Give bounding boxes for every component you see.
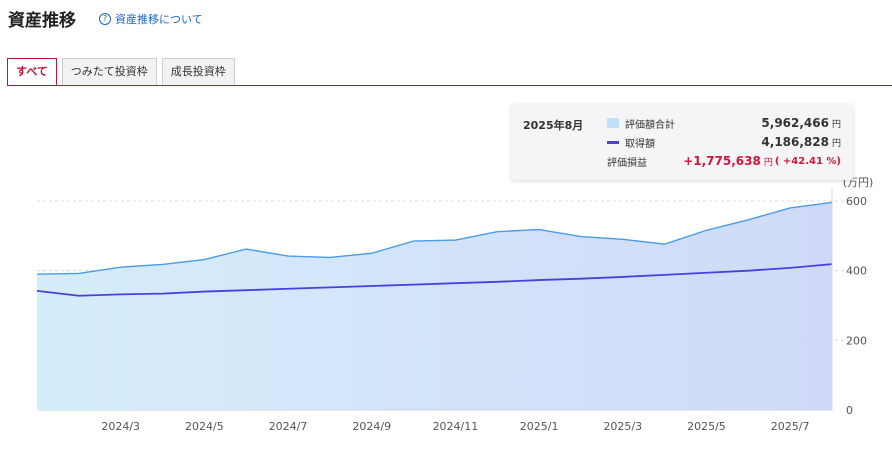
y-axis-ticks: 0 200 400 600 [846, 195, 867, 417]
x-tick-label: 2025/7 [771, 420, 810, 433]
valuation-unit: 円 [831, 119, 841, 130]
y-tick-label: 400 [846, 265, 867, 278]
x-tick-label: 2024/11 [433, 420, 479, 433]
y-tick-label: 200 [846, 334, 867, 347]
asset-chart: 0200400600 2024/3 2024/5 2024/7 2024/9 2024/… [36, 176, 873, 433]
pl-percent: ( +42.41 %) [774, 155, 841, 167]
cost-value: 4,186,828 [761, 135, 829, 149]
x-axis-ticks: 2024/3 2024/5 2024/7 2024/9 2024/11 2025/1 202… [101, 420, 809, 433]
pl-label: 評価損益 [607, 157, 647, 169]
pl-value: +1,775,638 [683, 154, 761, 168]
x-tick-label: 2024/9 [352, 420, 391, 433]
valuation-value: 5,962,466 [761, 116, 829, 130]
pl-unit: 円 [763, 157, 773, 168]
tooltip-date: 2025年8月 [523, 119, 584, 132]
y-tick-label: 600 [846, 195, 867, 208]
cost-unit: 円 [831, 138, 841, 149]
tooltip-row-cost: 取得額 4,186,828 円 [607, 135, 841, 150]
x-tick-label: 2024/5 [185, 420, 224, 433]
valuation-label: 評価額合計 [625, 119, 675, 131]
x-tick-label: 2024/3 [101, 420, 140, 433]
x-tick-label: 2025/1 [520, 420, 559, 433]
cost-legend-line [607, 140, 619, 144]
valuation-area-fill [37, 202, 832, 410]
valuation-legend-swatch [607, 118, 619, 128]
x-tick-label: 2025/5 [687, 420, 726, 433]
valuation-area [37, 202, 832, 410]
x-tick-label: 2025/3 [603, 420, 642, 433]
x-tick-label: 2024/7 [269, 420, 308, 433]
cost-label: 取得額 [625, 138, 655, 150]
y-tick-label: 0 [846, 404, 853, 417]
tooltip-row-pl: 評価損益 +1,775,638 円 ( +42.41 %) [607, 154, 841, 169]
tooltip: 2025年8月 評価額合計 5,962,466 円 取得額 4,186,828 … [511, 104, 853, 180]
tooltip-row-valuation: 評価額合計 5,962,466 円 [607, 116, 841, 131]
